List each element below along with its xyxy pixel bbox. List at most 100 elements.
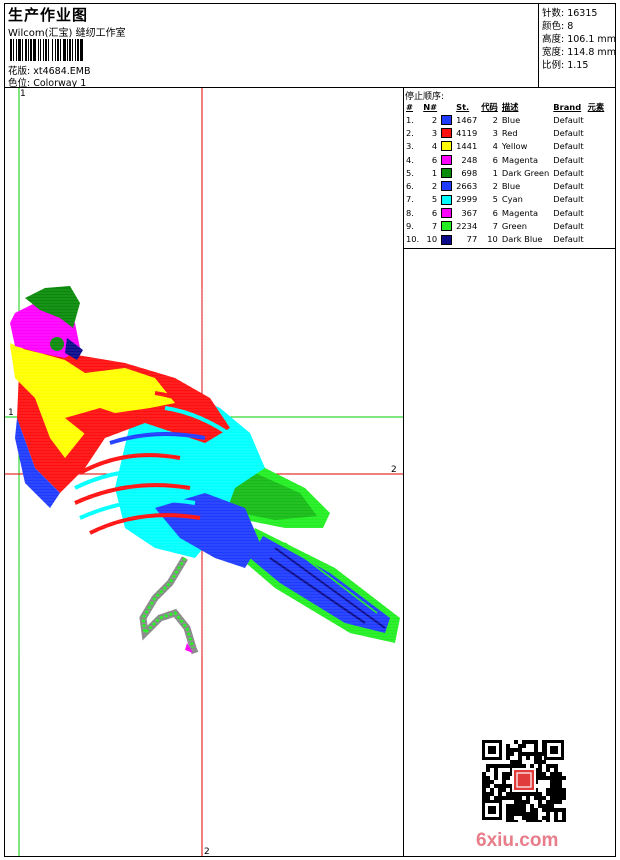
row-swatch <box>439 179 454 192</box>
row-swatch <box>439 153 454 166</box>
row-code: 1 <box>492 167 498 178</box>
header-panel: 生产作业图 Wilcom(汇宝) 缝纫工作室 花版: xt4684.EMB 色位… <box>4 3 539 89</box>
row-index: 10. <box>406 234 420 245</box>
row-swatch <box>439 219 454 232</box>
col-header-index: # <box>406 101 413 112</box>
row-brand: Default <box>553 181 584 192</box>
row-code: 5 <box>492 194 498 205</box>
col-header-stitches: St. <box>456 101 470 112</box>
row-description: Green <box>501 221 527 232</box>
color-swatch <box>441 114 453 125</box>
row-index: 7. <box>406 194 414 205</box>
row-description: Magenta <box>501 154 539 165</box>
row-brand: Default <box>553 234 584 245</box>
row-index: 1. <box>406 114 414 125</box>
row-swatch <box>439 126 454 139</box>
colorway-label: 色位: Colorway 1 <box>8 78 87 89</box>
row-index: 3. <box>406 141 414 152</box>
row-swatch <box>439 193 454 206</box>
row-brand: Default <box>553 114 584 125</box>
row-stitches: 77 <box>466 234 478 245</box>
col-header-element: 元素 <box>587 101 605 112</box>
color-swatch <box>441 141 453 152</box>
company-name: Wilcom(汇宝) 缝纫工作室 <box>8 28 126 39</box>
row-brand: Default <box>553 221 584 232</box>
row-element <box>586 233 607 246</box>
table-row: 5. 1 698 1 Dark Green Default <box>404 166 606 179</box>
row-index: 5. <box>406 167 414 178</box>
row-brand: Default <box>553 207 584 218</box>
row-brand: Default <box>553 194 584 205</box>
col-header-description: 描述 <box>501 101 519 112</box>
guide-marker-left: 1 <box>8 408 14 418</box>
row-brand: Default <box>553 141 584 152</box>
barcode <box>10 39 83 61</box>
row-stitches: 698 <box>461 167 478 178</box>
row-stitches: 367 <box>461 207 478 218</box>
row-stitches: 2999 <box>456 194 478 205</box>
row-index: 2. <box>406 127 414 138</box>
row-stitches: 1467 <box>456 114 478 125</box>
col-header-code: 代码 <box>481 101 498 112</box>
row-needle: 4 <box>431 141 438 152</box>
color-swatch <box>441 168 453 179</box>
row-element <box>586 113 607 126</box>
table-row: 7. 5 2999 5 Cyan Default <box>404 193 606 206</box>
col-header-brand: Brand <box>553 101 582 112</box>
spec-panel: 针数: 16315 颜色: 8 高度: 106.1 mm 宽度: 114.8 m… <box>539 3 616 88</box>
row-code: 10 <box>487 234 498 245</box>
row-swatch <box>439 113 454 126</box>
row-swatch <box>439 166 454 179</box>
table-row: 9. 7 2234 7 Green Default <box>404 219 606 232</box>
col-header-swatch <box>439 100 454 113</box>
row-index: 9. <box>406 221 414 232</box>
spec-stitches: 针数: 16315 <box>542 8 598 19</box>
row-brand: Default <box>553 167 584 178</box>
row-code: 6 <box>492 154 498 165</box>
row-stitches: 248 <box>461 154 478 165</box>
row-description: Dark Blue <box>501 234 543 245</box>
row-description: Magenta <box>501 207 539 218</box>
row-description: Red <box>501 127 518 138</box>
row-code: 6 <box>492 207 498 218</box>
color-swatch <box>441 207 453 218</box>
row-description: Blue <box>501 114 521 125</box>
table-row: 3. 4 1441 4 Yellow Default <box>404 140 606 153</box>
bird-embroidery <box>5 286 403 658</box>
design-canvas: 1 1 2 2 <box>5 88 403 856</box>
color-swatch <box>441 128 453 139</box>
row-index: 4. <box>406 154 414 165</box>
page-title: 生产作业图 <box>8 6 89 24</box>
qr-code <box>482 740 566 822</box>
row-element <box>586 166 607 179</box>
row-swatch <box>439 206 454 219</box>
row-code: 7 <box>492 221 498 232</box>
row-element <box>586 179 607 192</box>
row-brand: Default <box>553 154 584 165</box>
row-brand: Default <box>553 127 584 138</box>
row-needle: 6 <box>431 207 438 218</box>
row-description: Blue <box>501 181 521 192</box>
row-index: 6. <box>406 181 414 192</box>
row-description: Yellow <box>501 141 528 152</box>
row-needle: 3 <box>431 127 438 138</box>
table-header-row: # N# St. 代码 描述 Brand 元素 <box>404 100 606 113</box>
color-swatch <box>441 234 453 245</box>
table-row: 2. 3 4119 3 Red Default <box>404 126 606 139</box>
row-stitches: 2234 <box>456 221 478 232</box>
spec-width: 宽度: 114.8 mm <box>542 47 616 58</box>
guide-marker-top: 1 <box>20 89 26 99</box>
row-swatch <box>439 140 454 153</box>
col-header-needle: N# <box>423 101 438 112</box>
row-code: 4 <box>492 141 498 152</box>
row-element <box>586 206 607 219</box>
stop-sequence-table: # N# St. 代码 描述 Brand 元素 1. 2 1467 2 Blue Defa… <box>404 100 606 246</box>
spec-height: 高度: 106.1 mm <box>542 34 616 45</box>
table-row: 10. 10 77 10 Dark Blue Default <box>404 233 606 246</box>
row-swatch <box>439 233 454 246</box>
row-needle: 6 <box>431 154 438 165</box>
table-row: 4. 6 248 6 Magenta Default <box>404 153 606 166</box>
row-index: 8. <box>406 207 414 218</box>
row-stitches: 2663 <box>456 181 478 192</box>
site-watermark: 6xiu.com <box>476 830 559 851</box>
